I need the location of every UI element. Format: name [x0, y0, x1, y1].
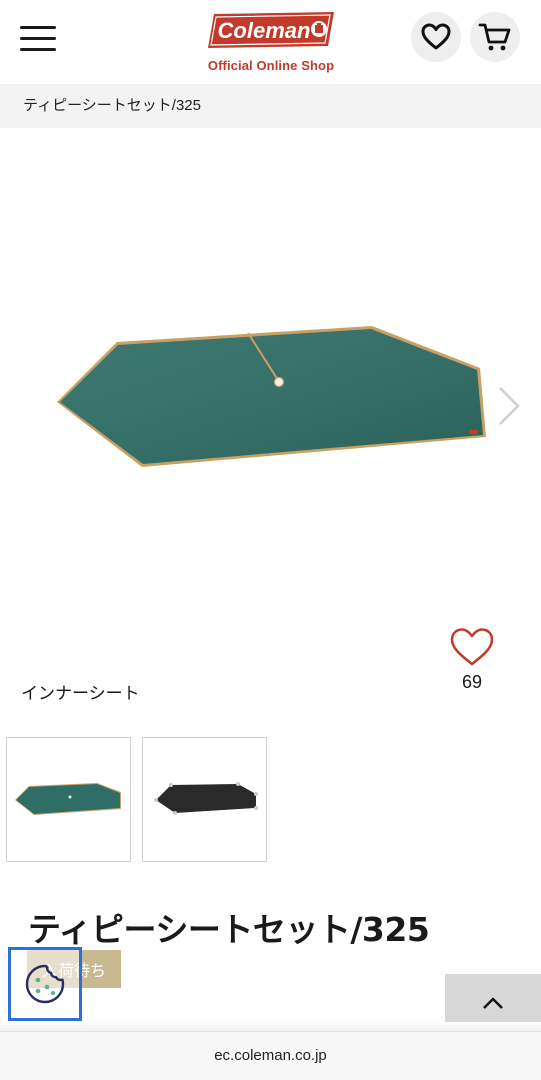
site-header: Coleman Official Online Shop — [0, 0, 541, 84]
svg-text:Coleman: Coleman — [218, 18, 311, 43]
browser-url-bar[interactable]: ec.coleman.co.jp — [0, 1031, 541, 1080]
heart-outline-icon — [450, 628, 494, 666]
logo-subtitle: Official Online Shop — [207, 58, 335, 73]
heart-icon — [421, 23, 451, 50]
favorites-button[interactable] — [411, 12, 461, 62]
cookie-settings-button[interactable] — [8, 947, 82, 1021]
cart-button[interactable] — [470, 12, 520, 62]
like-button[interactable]: 69 — [446, 626, 498, 693]
chevron-up-icon — [483, 997, 503, 1009]
green-sheet-thumbnail — [15, 783, 121, 815]
chevron-right-icon[interactable] — [494, 384, 524, 428]
image-caption: インナーシート — [21, 684, 140, 703]
breadcrumb-current: ティピーシートセット/325 — [23, 97, 201, 114]
product-title: ティピーシートセット/325 — [28, 910, 430, 949]
hamburger-menu-icon[interactable] — [20, 26, 58, 54]
thumbnail-black-sheet[interactable] — [142, 737, 267, 862]
coleman-logo-badge: Coleman — [208, 12, 334, 48]
breadcrumb: ティピーシートセット/325 — [0, 84, 541, 128]
cookie-icon — [25, 964, 65, 1004]
thumbnail-green-sheet[interactable] — [6, 737, 131, 862]
black-sheet-thumbnail — [154, 782, 258, 815]
url-text: ec.coleman.co.jp — [214, 1047, 327, 1064]
cart-icon — [478, 23, 511, 51]
coleman-logo[interactable]: Coleman Official Online Shop — [198, 8, 344, 74]
like-count: 69 — [461, 672, 483, 692]
